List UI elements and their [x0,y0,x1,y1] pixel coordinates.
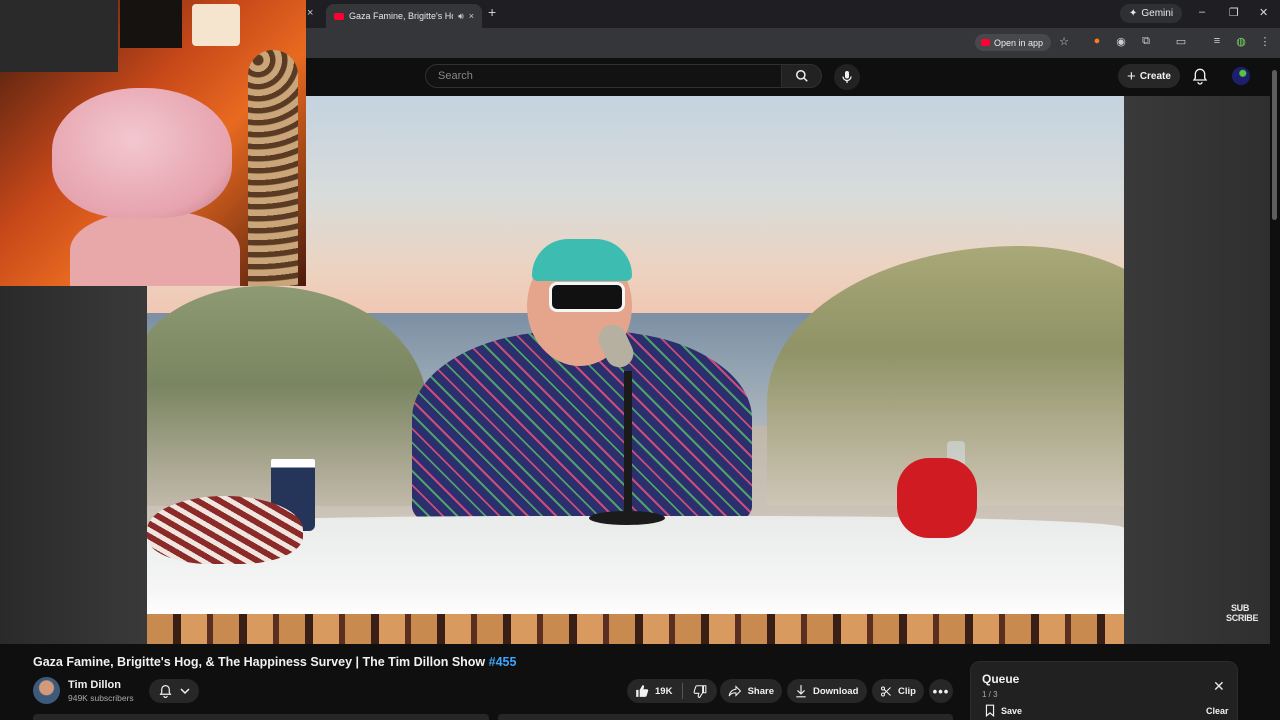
extension-circle-icon[interactable]: ◉ [1114,35,1128,48]
bookmark-icon [985,704,995,717]
video-desk-base [147,614,1124,644]
subscription-notifications-button[interactable] [149,679,199,703]
cast-icon[interactable]: ▭ [1174,35,1188,48]
webcam-lamp [192,4,240,46]
share-icon [728,685,742,697]
download-label: Download [813,685,859,697]
reading-list-icon[interactable]: ≡ [1210,35,1224,47]
plus-icon: + [1127,67,1136,85]
more-actions-button[interactable]: ••• [929,679,953,703]
video-host-sunglasses [549,282,625,312]
webcam-giraffe-plush [248,50,298,286]
share-button[interactable]: Share [720,679,782,703]
open-in-app-button[interactable]: Open in app [975,34,1052,51]
gemini-sparkle-icon: ✦ [1129,8,1138,19]
create-button[interactable]: + Create [1118,64,1180,88]
more-horizontal-icon: ••• [932,683,950,699]
browser-tab-active[interactable]: Gaza Famine, Brigitte's Hog 🔊︎ × [326,4,482,28]
gemini-label: Gemini [1141,8,1174,19]
bell-icon [1192,68,1208,85]
webcam-wall-poster-2 [120,0,182,48]
description-box[interactable] [33,714,489,720]
video-flag-hat [147,496,303,564]
queue-clear-button[interactable]: Clear [1206,706,1229,716]
queue-save-button[interactable]: Save [985,704,1022,717]
video-lobster-plush [897,458,977,538]
webcam-wall-poster [0,0,118,72]
like-button[interactable]: 19K [635,684,672,698]
webcam-streamer-mask [52,88,232,218]
extension-orange-icon[interactable]: ● [1090,35,1104,47]
extensions-puzzle-icon[interactable]: ⧉ [1139,35,1153,48]
open-in-app-label: Open in app [994,37,1044,48]
subscribe-watermark-line2: SCRIBE [1226,613,1259,623]
share-label: Share [747,685,774,697]
dislike-button[interactable] [693,684,707,698]
new-tab-button[interactable]: + [488,4,496,20]
voice-search-button[interactable] [834,64,860,90]
tab-title: Gaza Famine, Brigitte's Hog [349,11,454,21]
account-avatar[interactable] [1232,67,1250,85]
video-hashtag-link[interactable]: #455 [489,655,517,669]
channel-name[interactable]: Tim Dillon [68,679,121,691]
search-button[interactable] [782,64,822,88]
video-mic-base [589,511,665,525]
webcam-streamer-body [70,210,240,286]
subscribe-watermark-line1: SUB [1230,603,1250,613]
browser-menu-icon[interactable]: ⋮ [1258,35,1272,48]
video-host-cap [532,239,632,281]
thumbs-up-icon [636,685,649,697]
gemini-button[interactable]: ✦ Gemini [1120,4,1183,23]
queue-close-icon[interactable]: ✕ [1213,678,1225,695]
chevron-down-icon [179,688,190,695]
queue-save-label: Save [1001,705,1023,716]
engagement-panel[interactable] [498,714,953,720]
window-close-button[interactable]: ✕ [1259,6,1268,19]
search-icon [795,70,808,82]
youtube-logo-icon [981,39,990,46]
thumbs-down-icon [694,685,707,698]
bell-icon [159,685,171,698]
microphone-icon [842,71,852,83]
bookmark-star-icon[interactable]: ☆ [1057,35,1071,48]
video-mic-stand [624,371,632,521]
notifications-button[interactable] [1192,67,1208,85]
like-divider [682,683,684,699]
page-scrollbar-thumb[interactable] [1272,70,1277,220]
channel-avatar[interactable] [33,677,60,704]
video-title: Gaza Famine, Brigitte's Hog, & The Happi… [33,655,516,669]
download-button[interactable]: Download [787,679,867,703]
download-icon [796,685,806,698]
channel-subscriber-count: 949K subscribers [68,693,134,703]
tab-close-icon[interactable]: × [469,11,474,21]
like-count: 19K [655,685,673,697]
profile-avatar-icon[interactable]: ◍ [1234,35,1248,48]
queue-count: 1 / 3 [982,690,998,699]
window-minimize-button[interactable]: – [1199,6,1205,18]
create-label: Create [1139,70,1171,82]
window-restore-button[interactable]: ❐ [1229,6,1239,19]
clip-button[interactable]: Clip [872,679,924,703]
youtube-favicon-icon [334,12,344,20]
audio-playing-icon[interactable]: 🔊︎ [458,11,464,22]
subscribe-watermark[interactable]: SUB SCRIBE [1226,603,1259,629]
search-input[interactable]: Search [425,64,782,88]
previous-tab-close-icon[interactable]: × [307,7,313,19]
video-title-text: Gaza Famine, Brigitte's Hog, & The Happi… [33,655,489,669]
clip-label: Clip [898,685,916,697]
like-dislike-group: 19K [627,679,717,703]
scissors-icon [881,685,891,697]
queue-title: Queue [982,672,1020,686]
webcam-overlay [0,0,306,286]
